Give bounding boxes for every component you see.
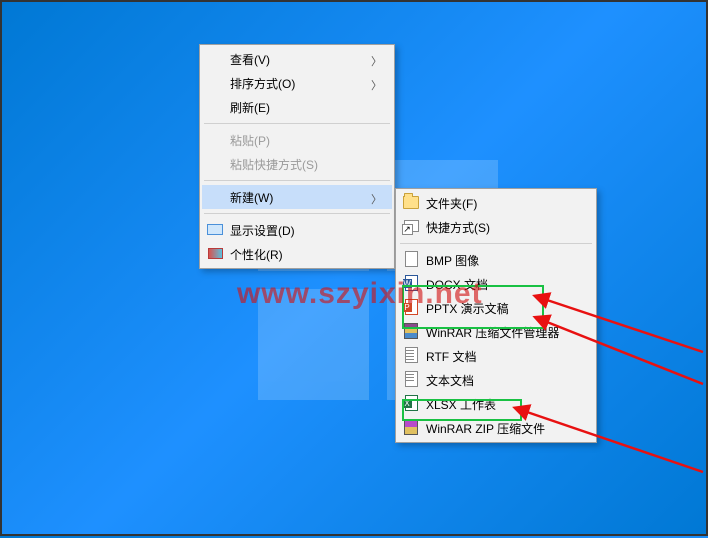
menu-display-label: 显示设置(D) <box>230 222 295 239</box>
new-shortcut-label: 快捷方式(S) <box>426 219 490 236</box>
menu-paste-shortcut: 粘贴快捷方式(S) <box>202 152 392 176</box>
new-docx[interactable]: DOCX 文档 <box>398 272 594 296</box>
menu-paste: 粘贴(P) <box>202 128 392 152</box>
rtf-icon <box>403 347 419 363</box>
new-winrar-zip[interactable]: WinRAR ZIP 压缩文件 <box>398 416 594 440</box>
menu-paste-label: 粘贴(P) <box>230 132 270 149</box>
menu-separator <box>204 123 390 124</box>
new-xlsx-label: XLSX 工作表 <box>426 396 496 413</box>
new-winrar[interactable]: WinRAR 压缩文件管理器 <box>398 320 594 344</box>
desktop-context-menu: 查看(V) 〉 排序方式(O) 〉 刷新(E) 粘贴(P) 粘贴快捷方式(S) … <box>199 44 395 269</box>
xlsx-icon <box>403 395 419 411</box>
new-pptx-label: PPTX 演示文稿 <box>426 300 509 317</box>
menu-refresh[interactable]: 刷新(E) <box>202 95 392 119</box>
new-txt[interactable]: 文本文档 <box>398 368 594 392</box>
txt-icon <box>403 371 419 387</box>
menu-separator <box>204 213 390 214</box>
menu-separator <box>204 180 390 181</box>
menu-new-label: 新建(W) <box>230 189 273 206</box>
folder-icon <box>403 194 419 210</box>
new-winrar-label: WinRAR 压缩文件管理器 <box>426 324 559 341</box>
menu-sort-label: 排序方式(O) <box>230 75 295 92</box>
new-winrar-zip-label: WinRAR ZIP 压缩文件 <box>426 420 545 437</box>
menu-paste-shortcut-label: 粘贴快捷方式(S) <box>230 156 318 173</box>
new-txt-label: 文本文档 <box>426 372 474 389</box>
bmp-icon <box>403 251 419 267</box>
rar-icon <box>403 323 419 339</box>
rarzip-icon <box>403 419 419 435</box>
new-folder[interactable]: 文件夹(F) <box>398 191 594 215</box>
new-bmp[interactable]: BMP 图像 <box>398 248 594 272</box>
menu-view-label: 查看(V) <box>230 51 270 68</box>
menu-refresh-label: 刷新(E) <box>230 99 270 116</box>
new-bmp-label: BMP 图像 <box>426 252 479 269</box>
new-xlsx[interactable]: XLSX 工作表 <box>398 392 594 416</box>
submenu-arrow-icon: 〉 <box>371 191 382 207</box>
submenu-arrow-icon: 〉 <box>371 53 382 69</box>
menu-personalize[interactable]: 个性化(R) <box>202 242 392 266</box>
shortcut-icon <box>403 218 419 234</box>
new-rtf[interactable]: RTF 文档 <box>398 344 594 368</box>
display-icon <box>207 221 223 237</box>
new-shortcut[interactable]: 快捷方式(S) <box>398 215 594 239</box>
menu-sort[interactable]: 排序方式(O) 〉 <box>202 71 392 95</box>
menu-new[interactable]: 新建(W) 〉 <box>202 185 392 209</box>
new-rtf-label: RTF 文档 <box>426 348 476 365</box>
docx-icon <box>403 275 419 291</box>
menu-view[interactable]: 查看(V) 〉 <box>202 47 392 71</box>
pptx-icon <box>403 299 419 315</box>
menu-display-settings[interactable]: 显示设置(D) <box>202 218 392 242</box>
menu-separator <box>400 243 592 244</box>
new-docx-label: DOCX 文档 <box>426 276 488 293</box>
new-folder-label: 文件夹(F) <box>426 195 477 212</box>
new-submenu: 文件夹(F) 快捷方式(S) BMP 图像 DOCX 文档 PPTX 演示文稿 … <box>395 188 597 443</box>
menu-personalize-label: 个性化(R) <box>230 246 283 263</box>
submenu-arrow-icon: 〉 <box>371 77 382 93</box>
personalize-icon <box>207 245 223 261</box>
new-pptx[interactable]: PPTX 演示文稿 <box>398 296 594 320</box>
